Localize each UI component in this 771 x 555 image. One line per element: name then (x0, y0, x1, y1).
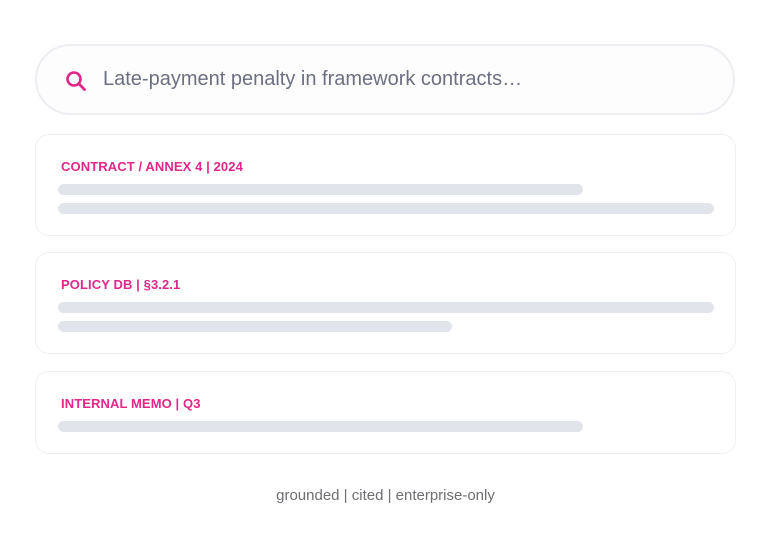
result-snippet-placeholder (58, 184, 583, 195)
search-bar[interactable] (35, 44, 735, 115)
result-snippet-placeholder (58, 203, 714, 214)
result-snippet-placeholder (58, 421, 583, 432)
result-card[interactable]: POLICY DB | §3.2.1 (35, 252, 736, 354)
footer-tagline: grounded | cited | enterprise-only (276, 487, 495, 504)
result-snippet-placeholder (58, 302, 714, 313)
result-snippet-placeholder (58, 321, 452, 332)
search-input[interactable] (103, 46, 703, 113)
result-source-label: CONTRACT / ANNEX 4 | 2024 (61, 159, 243, 174)
result-source-label: INTERNAL MEMO | Q3 (61, 396, 201, 411)
result-card[interactable]: CONTRACT / ANNEX 4 | 2024 (35, 134, 736, 236)
search-icon (65, 70, 87, 92)
result-source-label: POLICY DB | §3.2.1 (61, 277, 181, 292)
result-card[interactable]: INTERNAL MEMO | Q3 (35, 371, 736, 454)
